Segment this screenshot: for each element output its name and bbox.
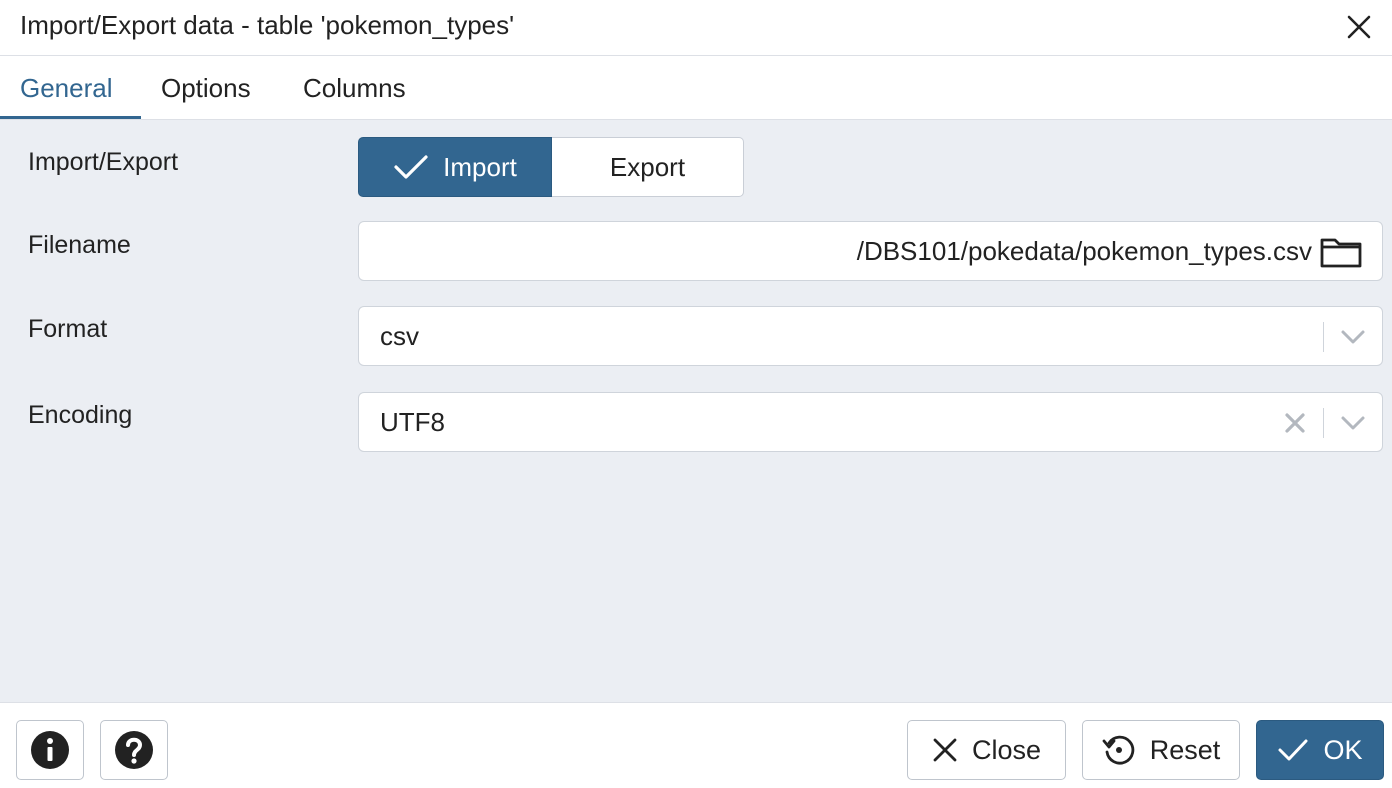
import-toggle-button[interactable]: Import xyxy=(358,137,552,197)
encoding-separator xyxy=(1323,408,1324,438)
dialog-footer: Close Reset OK xyxy=(0,702,1392,788)
encoding-label: Encoding xyxy=(28,401,133,429)
help-icon xyxy=(115,731,153,769)
tab-options-label: Options xyxy=(161,73,251,103)
format-value: csv xyxy=(380,321,419,351)
clear-icon[interactable] xyxy=(1284,412,1306,439)
filename-visible-text: /DBS101/pokedata/pokemon_types.csv xyxy=(856,236,1312,266)
encoding-value: UTF8 xyxy=(380,407,445,437)
format-label: Format xyxy=(28,315,108,343)
general-panel: Import/Export Import Export Filename /DB… xyxy=(0,120,1392,702)
reset-button-label: Reset xyxy=(1149,734,1221,765)
tab-options[interactable]: Options xyxy=(141,57,271,119)
import-export-toggle: Import Export xyxy=(358,137,744,197)
help-button[interactable] xyxy=(100,720,168,780)
encoding-select[interactable]: UTF8 xyxy=(358,392,1383,452)
tab-bar: General Options Columns xyxy=(0,57,1392,120)
tab-columns[interactable]: Columns xyxy=(283,57,426,119)
info-icon xyxy=(31,731,69,769)
close-button[interactable]: Close xyxy=(907,720,1066,780)
chevron-down-icon[interactable] xyxy=(1340,411,1366,440)
tab-general-label: General xyxy=(20,73,113,103)
filename-input[interactable]: /DBS101/pokedata/pokemon_types.csv xyxy=(358,221,1383,281)
import-export-dialog: Import/Export data - table 'pokemon_type… xyxy=(0,0,1392,788)
filename-label: Filename xyxy=(28,231,131,259)
close-dialog-icon[interactable] xyxy=(1344,12,1374,42)
ok-button-label: OK xyxy=(1323,734,1363,765)
import-export-label: Import/Export xyxy=(28,148,179,176)
dialog-title: Import/Export data - table 'pokemon_type… xyxy=(20,10,515,40)
export-label: Export xyxy=(609,151,686,182)
checkmark-icon xyxy=(1278,739,1308,761)
tab-columns-label: Columns xyxy=(303,73,406,103)
format-select[interactable]: csv xyxy=(358,306,1383,366)
close-button-label: Close xyxy=(971,734,1042,765)
reset-button[interactable]: Reset xyxy=(1082,720,1240,780)
checkmark-icon xyxy=(394,155,428,179)
folder-icon[interactable] xyxy=(1320,236,1362,273)
export-toggle-button[interactable]: Export xyxy=(552,137,744,197)
chevron-down-icon[interactable] xyxy=(1340,325,1366,354)
format-separator xyxy=(1323,322,1324,352)
dialog-titlebar: Import/Export data - table 'pokemon_type… xyxy=(0,0,1392,56)
import-label: Import xyxy=(443,151,517,182)
close-icon xyxy=(933,738,957,762)
reset-icon xyxy=(1102,735,1134,765)
ok-button[interactable]: OK xyxy=(1256,720,1384,780)
tab-general[interactable]: General xyxy=(0,57,141,119)
filename-value: /DBS101/pokedata/pokemon_types.csv xyxy=(359,236,1312,267)
info-button[interactable] xyxy=(16,720,84,780)
